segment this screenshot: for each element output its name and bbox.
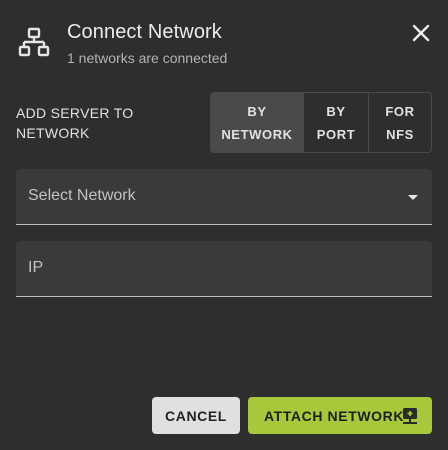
dialog-subtitle: 1 networks are connected — [67, 50, 228, 66]
select-network-dropdown[interactable]: Select Network — [16, 169, 432, 225]
toggle-for-nfs[interactable]: FOR NFS — [368, 93, 431, 152]
toggle-by-network[interactable]: BY NETWORK — [211, 93, 303, 152]
select-network-label: Select Network — [28, 187, 136, 204]
add-server-toggle-group: BY NETWORK BY PORT FOR NFS — [210, 92, 432, 153]
caret-down-icon — [408, 195, 418, 200]
ip-label: IP — [28, 259, 44, 276]
close-icon[interactable] — [408, 20, 434, 46]
dialog-title: Connect Network — [67, 21, 222, 43]
add-server-label: ADD SERVER TO NETWORK — [16, 105, 134, 141]
attach-network-label: ATTACH NETWORK — [264, 407, 405, 424]
ip-input[interactable]: IP — [16, 241, 432, 297]
cancel-button[interactable]: CANCEL — [152, 397, 240, 434]
network-icon — [18, 27, 50, 57]
connect-network-dialog: Connect Network 1 networks are connected… — [0, 0, 448, 450]
lan-connect-icon — [403, 408, 417, 424]
attach-network-button[interactable]: ATTACH NETWORK — [248, 397, 432, 434]
toggle-by-port[interactable]: BY PORT — [303, 93, 368, 152]
